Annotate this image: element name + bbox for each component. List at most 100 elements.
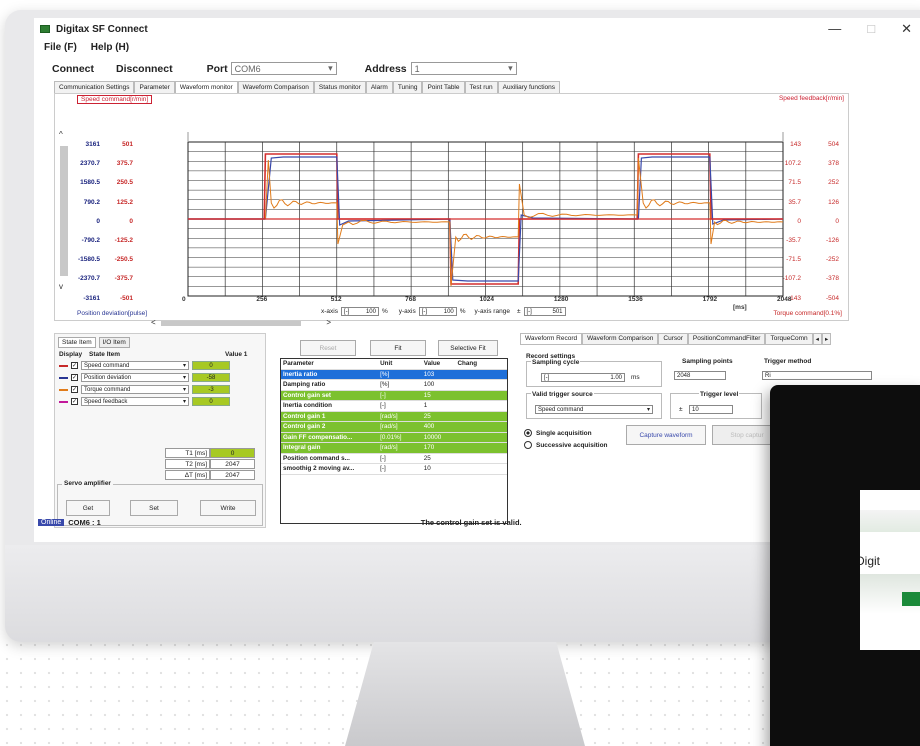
sampling-points-input[interactable]: 2048 (674, 371, 726, 380)
yaxis-stepper[interactable]: [-] 100 (418, 307, 457, 316)
tab-status-monitor[interactable]: Status monitor (313, 81, 366, 93)
connect-button[interactable]: Connect (52, 63, 94, 75)
param-rows: Inertia ratio [%] 103 Damping ratio [%] 100 Co… (281, 369, 507, 475)
param-row[interactable]: Damping ratio [%] 100 (281, 380, 507, 391)
menu-file[interactable]: File (F) (44, 42, 77, 53)
trigger-method-select[interactable]: Ri (762, 371, 872, 380)
param-value[interactable]: 25 (422, 454, 456, 464)
scrollbar-thumb[interactable] (60, 146, 68, 276)
tab-waveform-record[interactable]: Waveform Record (520, 333, 583, 345)
tab-waveform-monitor[interactable]: Waveform monitor (174, 81, 238, 93)
sampling-cycle-input[interactable]: [-] 1.00 (541, 373, 625, 382)
param-name: Damping ratio (283, 381, 326, 388)
param-row[interactable]: Control gain 1 [rad/s] 25 (281, 411, 507, 422)
menu-help[interactable]: Help (H) (91, 42, 129, 53)
x-tick-label: 512 (330, 296, 342, 303)
tab-waveform-comparison-2[interactable]: Waveform Comparison (582, 333, 659, 345)
param-value[interactable]: 10000 (422, 433, 456, 443)
tab-communication-settings[interactable]: Communication Settings (54, 81, 135, 93)
param-value[interactable]: 400 (422, 422, 456, 432)
param-row[interactable]: Inertia ratio [%] 103 (281, 369, 507, 380)
state-item-label: Speed feedback (84, 398, 128, 405)
tab-state-item[interactable]: State Item (58, 337, 96, 348)
state-item-row[interactable]: ✓ Speed feedback ▾ 0 (59, 397, 230, 406)
param-value[interactable]: 1 (422, 401, 456, 411)
tab-scroll-left-icon[interactable]: ◂ (812, 333, 822, 345)
param-row[interactable]: Integral gain [rad/s] 170 (281, 443, 507, 454)
horizontal-scrollbar[interactable]: < > (151, 318, 331, 327)
state-item-label: Torque command (84, 386, 131, 393)
tab-waveform-comparison[interactable]: Waveform Comparison (237, 81, 314, 93)
param-row[interactable]: Position command s... [-] 25 (281, 453, 507, 464)
param-value[interactable]: 10 (422, 464, 456, 474)
capture-waveform-button[interactable]: Capture waveform (626, 425, 706, 445)
param-value[interactable]: 15 (422, 391, 456, 401)
state-item-value: -58 (192, 373, 230, 382)
chevron-down-icon: ▾ (182, 399, 186, 405)
state-item-select[interactable]: Torque command ▾ (81, 385, 189, 394)
get-button[interactable]: Get (66, 500, 110, 516)
trigger-source-select[interactable]: Speed command ▾ (535, 405, 653, 414)
reset-button[interactable]: Reset (300, 340, 356, 356)
minimize-button[interactable]: — (828, 21, 841, 37)
waveform-plot[interactable] (55, 94, 850, 322)
tab-position-command-filter[interactable]: PositionCommandFilter (687, 333, 766, 345)
state-item-select[interactable]: Position deviation ▾ (81, 373, 189, 382)
scroll-down-icon[interactable]: v (59, 282, 63, 291)
param-col-value: Value (423, 360, 441, 367)
selective-fit-button[interactable]: Selective Fit (438, 340, 498, 356)
hscroll-thumb[interactable] (161, 321, 301, 326)
tab-auxiliary-functions[interactable]: Auxiliary functions (497, 81, 561, 93)
write-button[interactable]: Write (200, 500, 256, 516)
param-row[interactable]: Control gain set [-] 15 (281, 390, 507, 401)
param-value[interactable]: 100 (422, 380, 456, 390)
param-row[interactable]: Inertia condition [-] 1 (281, 401, 507, 412)
port-select[interactable]: COM6 ▾ (230, 62, 337, 75)
param-value[interactable]: 103 (422, 370, 456, 380)
speed-command-label[interactable]: Speed command[r/min] (77, 95, 153, 104)
radio-selected-icon[interactable] (524, 429, 532, 437)
yrange-value: 501 (552, 308, 563, 315)
address-select[interactable]: 1 ▾ (410, 62, 517, 75)
set-button[interactable]: Set (130, 500, 178, 516)
maximize-button[interactable]: □ (867, 21, 875, 37)
state-item-select[interactable]: Speed command ▾ (81, 361, 189, 370)
tab-parameter[interactable]: Parameter (134, 81, 175, 93)
state-item-row[interactable]: ✓ Speed command ▾ 0 (59, 361, 230, 370)
state-item-select[interactable]: Speed feedback ▾ (81, 397, 189, 406)
trigger-level-input[interactable]: 10 (689, 405, 733, 414)
tab-alarm[interactable]: Alarm (365, 81, 393, 93)
close-button[interactable]: ✕ (901, 21, 912, 37)
state-item-row[interactable]: ✓ Torque command ▾ -3 (59, 385, 230, 394)
display-checkbox[interactable]: ✓ (71, 386, 78, 393)
state-item-row[interactable]: ✓ Position deviation ▾ -58 (59, 373, 230, 382)
fit-button[interactable]: Fit (370, 340, 426, 356)
address-value: 1 (414, 63, 420, 74)
scroll-up-icon[interactable]: ^ (59, 130, 63, 139)
successive-acquisition-option[interactable]: Successive acquisition (524, 441, 608, 449)
display-checkbox[interactable]: ✓ (71, 398, 78, 405)
tab-io-item[interactable]: I/O Item (98, 337, 130, 348)
tab-scroll-right-icon[interactable]: ▸ (821, 333, 832, 345)
tab-cursor[interactable]: Cursor (658, 333, 688, 345)
yrange-stepper[interactable]: [-] 501 (523, 307, 566, 316)
display-checkbox[interactable]: ✓ (71, 374, 78, 381)
param-row[interactable]: Control gain 2 [rad/s] 400 (281, 422, 507, 433)
xaxis-stepper[interactable]: [-] 100 (340, 307, 379, 316)
tab-test-run[interactable]: Test run (464, 81, 498, 93)
vertical-scrollbar[interactable]: ^ v (59, 130, 69, 298)
param-value[interactable]: 25 (422, 412, 456, 422)
tab-tuning[interactable]: Tuning (392, 81, 423, 93)
tab-point-table[interactable]: Point Table (422, 81, 465, 93)
scroll-left-icon[interactable]: < (151, 318, 156, 327)
scroll-right-icon[interactable]: > (326, 318, 331, 327)
single-acquisition-option[interactable]: Single acquisition (524, 429, 592, 437)
display-checkbox[interactable]: ✓ (71, 362, 78, 369)
disconnect-button[interactable]: Disconnect (116, 63, 173, 75)
param-value[interactable]: 170 (422, 443, 456, 453)
tab-torque-command[interactable]: TorqueComn (765, 333, 813, 345)
radio-empty-icon[interactable] (524, 441, 532, 449)
param-row[interactable]: smoothig 2 moving av... [-] 10 (281, 464, 507, 475)
status-message: The control gain set is valid. (420, 517, 522, 527)
param-row[interactable]: Gain FF compensatio... [0.01%] 10000 (281, 432, 507, 443)
